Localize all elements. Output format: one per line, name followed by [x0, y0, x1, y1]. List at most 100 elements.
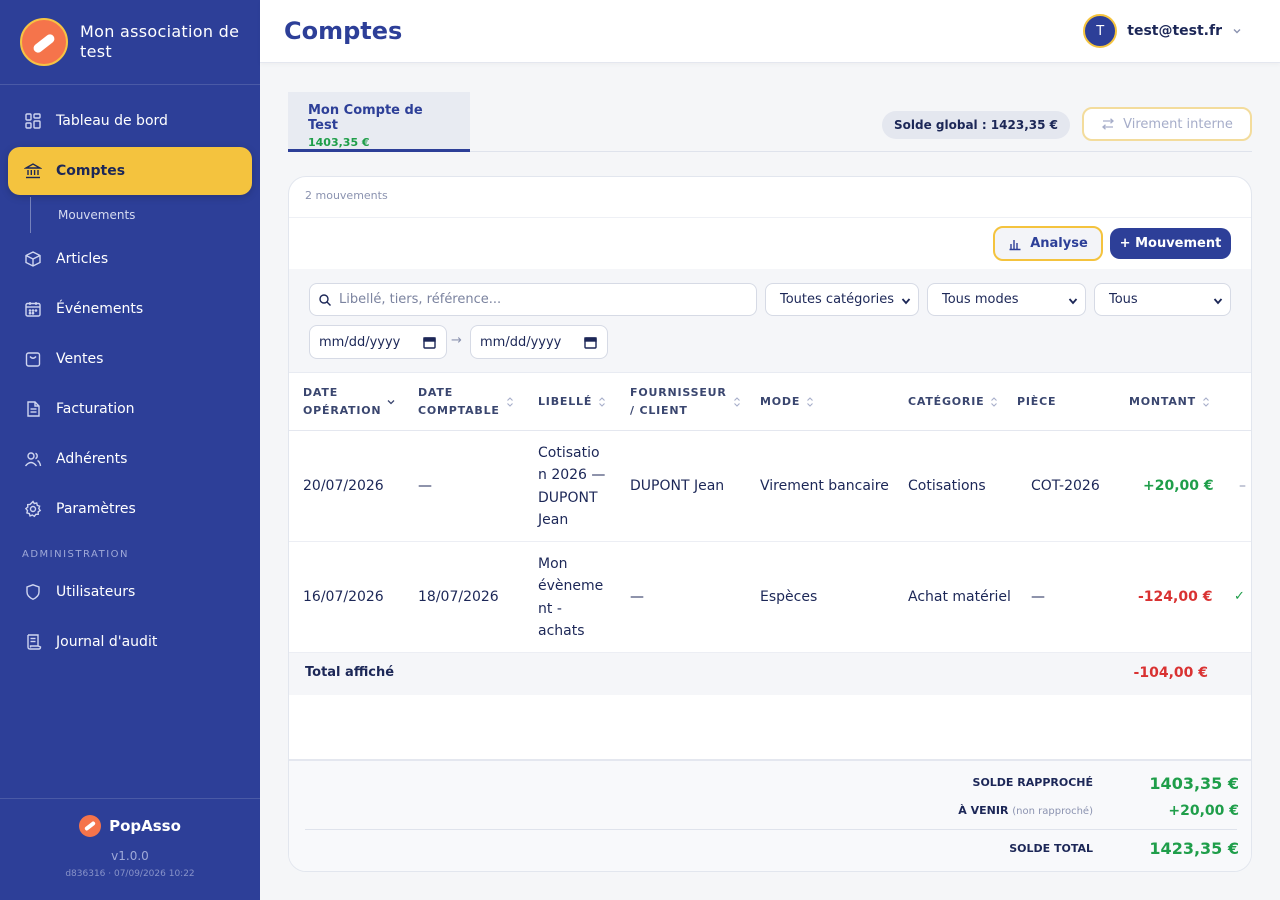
column-header-label: MODE	[760, 395, 801, 408]
date-from-value: mm/dd/yyyy	[319, 334, 401, 350]
scroll-icon	[24, 633, 42, 651]
libelle-line: achats	[538, 623, 585, 639]
header-line: FOURNISSEUR	[630, 386, 727, 399]
page-title: Comptes	[284, 17, 403, 45]
dashboard-icon	[24, 112, 42, 130]
user-menu[interactable]: T test@test.fr	[1083, 14, 1242, 48]
calendar-icon	[584, 337, 597, 349]
search-placeholder: Libellé, tiers, référence...	[339, 292, 502, 307]
column-header-libelle[interactable]: LIBELLÉ	[538, 373, 606, 431]
a-venir-note: (non rapproché)	[1012, 806, 1093, 817]
sidebar: Mon association de test Tableau de bord …	[0, 0, 260, 900]
avatar[interactable]: T	[1083, 14, 1118, 48]
sidebar-item-adherents[interactable]: Adhérents	[8, 435, 252, 483]
sidebar-item-label: Ventes	[56, 351, 104, 367]
category-select[interactable]: Toutes catégories	[765, 283, 919, 316]
cell-mode: Virement bancaire	[760, 478, 889, 495]
app-version: v1.0.0	[111, 849, 149, 863]
solde-rapproche-value: 1403,35 €	[1149, 774, 1239, 793]
sidebar-item-label: Comptes	[56, 163, 126, 179]
association-logo	[20, 18, 68, 66]
account-balance: 1403,35 €	[308, 136, 370, 149]
sidebar-item-journal-audit[interactable]: Journal d'audit	[8, 618, 252, 666]
box-icon	[24, 250, 42, 268]
add-movement-button[interactable]: + Mouvement	[1110, 228, 1231, 259]
libelle-line: Mon	[538, 555, 568, 572]
bar-chart-icon	[1009, 239, 1021, 250]
table-row[interactable]: 16/07/2026 18/07/2026 Mon évèneme nt - acha…	[289, 542, 1251, 653]
date-from-input[interactable]: mm/dd/yyyy	[309, 325, 447, 359]
sidebar-subitem-mouvements[interactable]: Mouvements	[30, 197, 260, 233]
tab-account[interactable]: Mon Compte de Test 1403,35 €	[288, 92, 470, 152]
column-header-date-comptable[interactable]: DATE COMPTABLE	[418, 373, 514, 431]
calendar-icon	[423, 337, 436, 349]
sidebar-item-facturation[interactable]: Facturation	[8, 385, 252, 433]
libelle-line: DUPONT	[538, 489, 598, 506]
solde-rapproche-label: SOLDE RAPPROCHÉ	[972, 776, 1093, 789]
cell-mode: Espèces	[760, 589, 818, 606]
popasso-brand-name: PopAsso	[109, 817, 181, 835]
sidebar-item-label: Journal d'audit	[56, 634, 158, 650]
search-input[interactable]: Libellé, tiers, référence...	[309, 283, 757, 316]
user-email[interactable]: test@test.fr	[1127, 23, 1222, 39]
column-header-date-operation[interactable]: DATE OPÉRATION	[303, 373, 395, 431]
column-header-categorie[interactable]: CATÉGORIE	[908, 373, 998, 431]
reconciled-check-icon[interactable]: ✓	[1234, 542, 1245, 653]
solde-total-label: SOLDE TOTAL	[1009, 842, 1093, 855]
sidebar-item-comptes[interactable]: Comptes	[8, 147, 252, 195]
date-range-arrow: →	[451, 333, 462, 348]
brand[interactable]: Mon association de test	[0, 0, 260, 85]
calendar-icon	[24, 300, 42, 318]
account-name: Mon Compte de Test	[308, 103, 423, 133]
column-header-montant[interactable]: MONTANT	[1129, 373, 1210, 431]
cell-date-operation: 16/07/2026	[303, 589, 384, 606]
cell-date-comptable: —	[418, 478, 432, 495]
chevron-down-icon[interactable]	[1232, 26, 1242, 36]
users-icon	[24, 450, 42, 468]
account-tabs: Mon Compte de Test 1403,35 € Solde globa…	[288, 92, 1252, 152]
mode-select[interactable]: Tous modes	[927, 283, 1086, 316]
top-header: Comptes T test@test.fr	[260, 0, 1280, 63]
total-row: Total affiché -104,00 €	[289, 653, 1251, 695]
analyse-button[interactable]: Analyse	[993, 226, 1103, 261]
cell-categorie: Achat matériel	[908, 589, 1011, 606]
main-nav: Tableau de bord Comptes Mouvements Artic…	[0, 85, 260, 666]
sidebar-item-evenements[interactable]: Événements	[8, 285, 252, 333]
sidebar-item-label: Adhérents	[56, 451, 128, 467]
movement-count: 2 mouvements	[305, 189, 388, 202]
shield-icon	[24, 583, 42, 601]
sidebar-item-utilisateurs[interactable]: Utilisateurs	[8, 568, 252, 616]
libelle-line: Jean	[538, 512, 569, 528]
column-header-tiers[interactable]: FOURNISSEUR / CLIENT	[630, 373, 741, 431]
main-content: Mon Compte de Test 1403,35 € Solde globa…	[260, 64, 1280, 900]
association-name: Mon association de test	[80, 22, 240, 61]
global-balance-badge: Solde global : 1423,35 €	[882, 111, 1070, 139]
mode-select-value: Tous modes	[942, 292, 1019, 307]
table-row[interactable]: 20/07/2026 — Cotisatio n 2026 — DUPONT Jean…	[289, 431, 1251, 542]
a-venir-text: À VENIR	[958, 804, 1009, 817]
header-line: DATE	[303, 386, 339, 399]
column-header-mode[interactable]: MODE	[760, 373, 814, 431]
total-amount: -104,00 €	[1133, 665, 1208, 681]
sidebar-item-articles[interactable]: Articles	[8, 235, 252, 283]
sidebar-item-tableau-de-bord[interactable]: Tableau de bord	[8, 97, 252, 145]
status-select[interactable]: Tous	[1094, 283, 1231, 316]
internal-transfer-button[interactable]: Virement interne	[1082, 107, 1252, 141]
cell-libelle: Mon évèneme nt - achats	[538, 542, 618, 653]
sort-icon	[991, 397, 998, 407]
cell-montant: -124,00 €	[1138, 589, 1213, 606]
sort-desc-icon	[387, 400, 395, 405]
column-header-piece: PIÈCE	[1017, 373, 1056, 431]
cell-status-dash[interactable]: –	[1239, 431, 1246, 542]
sidebar-item-label: Facturation	[56, 401, 135, 417]
divider	[289, 217, 1251, 218]
popasso-logo	[79, 815, 102, 837]
column-header-label: MONTANT	[1129, 395, 1196, 408]
build-info: d836316 · 07/09/2026 10:22	[65, 869, 195, 879]
sidebar-item-ventes[interactable]: Ventes	[8, 335, 252, 383]
document-icon	[24, 400, 42, 418]
date-to-input[interactable]: mm/dd/yyyy	[470, 325, 608, 359]
balance-summary: SOLDE RAPPROCHÉ 1403,35 € À VENIR (non r…	[289, 759, 1251, 871]
sidebar-item-parametres[interactable]: Paramètres	[8, 485, 252, 533]
gear-icon	[24, 500, 42, 518]
